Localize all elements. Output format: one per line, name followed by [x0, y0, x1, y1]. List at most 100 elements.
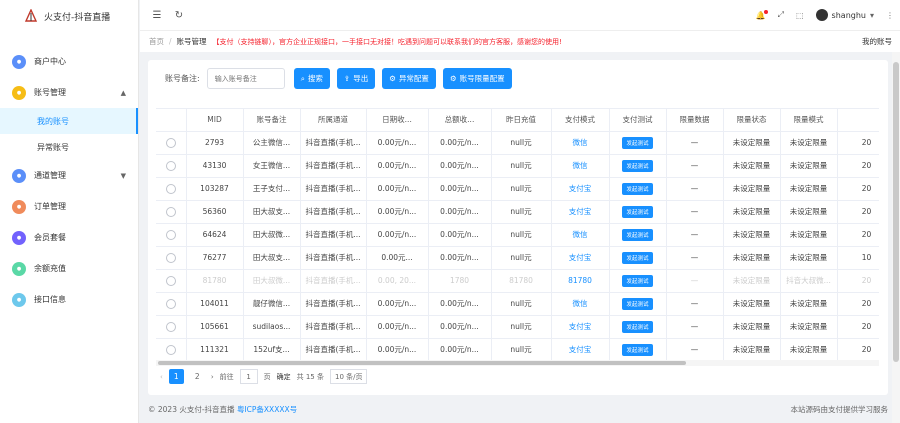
column-header[interactable]: 限量模式: [780, 109, 838, 132]
column-header[interactable]: 支付测试: [609, 109, 667, 132]
column-header[interactable]: 所属通道: [300, 109, 367, 132]
sidebar-item-0[interactable]: ● 商户中心: [0, 46, 138, 77]
sidebar-item-6[interactable]: ● 接口信息: [0, 284, 138, 315]
export-icon: ⇪: [343, 74, 351, 83]
sidebar-item-1[interactable]: ● 账号管理 ▲: [0, 77, 138, 108]
radio-icon[interactable]: [165, 229, 176, 240]
row-radio[interactable]: [156, 200, 187, 224]
page-1[interactable]: 1: [168, 369, 184, 384]
page-2[interactable]: 2: [190, 369, 205, 384]
prev-page-icon[interactable]: ‹: [160, 373, 163, 381]
column-header[interactable]: 限量状态: [723, 109, 781, 132]
sidebar-item-2[interactable]: ● 通道管理 ▼: [0, 160, 138, 191]
radio-icon[interactable]: [165, 298, 176, 309]
column-header[interactable]: 日期收...: [366, 109, 429, 132]
test-payment-button[interactable]: 发起测试: [622, 320, 653, 333]
table-cell: 0.00元/n...: [366, 315, 429, 339]
horizontal-scrollbar[interactable]: [156, 360, 879, 366]
radio-icon[interactable]: [165, 206, 176, 217]
row-radio[interactable]: [156, 131, 187, 155]
column-header[interactable]: 总额收...: [428, 109, 492, 132]
app-logo[interactable]: 火支付-抖音直播: [0, 0, 138, 32]
test-payment-button[interactable]: 发起测试: [622, 136, 653, 149]
table-row[interactable]: 104011 靓仔微信... 抖音直播(手机... 0.00元/n... 0.00元/n…: [156, 292, 879, 316]
column-header[interactable]: 昨日充值: [491, 109, 552, 132]
vertical-scrollbar[interactable]: [892, 52, 900, 423]
table-cell: 0.00元/n...: [366, 338, 429, 360]
test-payment-button[interactable]: 发起测试: [622, 343, 653, 356]
row-radio[interactable]: [156, 246, 187, 270]
column-header[interactable]: 账号备注: [243, 109, 301, 132]
radio-icon[interactable]: [165, 321, 176, 332]
radio-icon[interactable]: [165, 137, 176, 148]
table-row[interactable]: 64624 田大叔微... 抖音直播(手机... 0.00元/n... 0.00元/n.…: [156, 223, 879, 247]
radio-icon[interactable]: [165, 160, 176, 171]
limit-config-button[interactable]: ⚙ 账号限量配置: [442, 68, 512, 89]
test-payment-button[interactable]: 发起测试: [622, 205, 653, 218]
next-page-icon[interactable]: ›: [211, 373, 214, 381]
limit-config-label: 账号限量配置: [459, 74, 505, 83]
table-row[interactable]: 81780 田大叔微... 抖音直播(手机... 0.00, 20... 1780 817…: [156, 269, 879, 293]
sidebar-item-5[interactable]: ● 余额充值: [0, 253, 138, 284]
column-header[interactable]: 限量数据: [666, 109, 724, 132]
radio-icon[interactable]: [165, 183, 176, 194]
test-payment-button[interactable]: 发起测试: [622, 228, 653, 241]
row-radio[interactable]: [156, 338, 187, 360]
test-payment-button[interactable]: 发起测试: [622, 251, 653, 264]
table-cell: 支付宝: [551, 200, 610, 224]
table-row[interactable]: 76277 田大叔支... 抖音直播(手机... 0.00元... 0.00元/n...…: [156, 246, 879, 270]
row-radio[interactable]: [156, 315, 187, 339]
more-icon[interactable]: ⋮: [886, 11, 894, 20]
tab-my-account[interactable]: 我的账号: [862, 36, 892, 47]
search-icon: ⌕: [300, 73, 305, 83]
fullscreen-icon[interactable]: ⤢: [778, 10, 784, 20]
icp-link[interactable]: 粤ICP备XXXXX号: [237, 405, 297, 414]
table-cell: 0.00, 20...: [366, 269, 429, 293]
confirm-button[interactable]: 确定: [277, 372, 291, 382]
pay-mode: 支付宝: [568, 207, 592, 216]
table-cell: null元: [491, 223, 552, 247]
sidebar-item-4[interactable]: ● 会员套餐: [0, 222, 138, 253]
radio-icon[interactable]: [165, 275, 176, 286]
user-menu[interactable]: shanghu ▾: [815, 9, 874, 21]
test-payment-button[interactable]: 发起测试: [622, 159, 653, 172]
sidebar-item-3[interactable]: ● 订单管理: [0, 191, 138, 222]
refresh-icon[interactable]: ↻: [172, 8, 186, 22]
bell-icon[interactable]: 🔔: [756, 9, 768, 20]
test-payment-button[interactable]: 发起测试: [622, 297, 653, 310]
search-button[interactable]: ⌕ 搜索: [293, 68, 330, 89]
goto-page-input[interactable]: 1: [239, 369, 258, 384]
table-row[interactable]: 56360 田大叔支... 抖音直播(手机... 0.00元/n... 0.00元/n.…: [156, 200, 879, 224]
sidebar-subitem-1[interactable]: 异常账号: [0, 134, 138, 160]
remark-search-input[interactable]: [206, 68, 285, 89]
table-cell: 微信: [551, 154, 610, 178]
menu-toggle-icon[interactable]: ☰: [150, 8, 164, 22]
test-payment-button[interactable]: 发起测试: [622, 182, 653, 195]
table-cell: 20: [837, 177, 879, 201]
row-radio[interactable]: [156, 177, 187, 201]
sidebar-subitem-0[interactable]: 我的账号: [0, 108, 138, 134]
abnormal-config-button[interactable]: ⚙ 异常配置: [382, 68, 436, 89]
test-payment-button[interactable]: 发起测试: [622, 274, 653, 287]
page-size-select[interactable]: 10 条/页: [329, 369, 368, 384]
table-cell: 王子支付...: [243, 177, 301, 201]
table-row[interactable]: 103287 王子支付... 抖音直播(手机... 0.00元/n... 0.00元/n…: [156, 177, 879, 201]
row-radio[interactable]: [156, 154, 187, 178]
member-icon: ●: [12, 230, 26, 245]
table-row[interactable]: 105661 sudilaos... 抖音直播(手机... 0.00元/n... 0.0…: [156, 315, 879, 339]
row-radio[interactable]: [156, 292, 187, 316]
table-cell: 未设定限量: [723, 246, 781, 270]
row-radio[interactable]: [156, 223, 187, 247]
radio-icon[interactable]: [165, 344, 176, 355]
breadcrumb-home[interactable]: 首页: [149, 36, 164, 47]
table-row[interactable]: 111321 152uf支... 抖音直播(手机... 0.00元/n... 0.00元…: [156, 338, 879, 360]
row-radio[interactable]: [156, 269, 187, 293]
table-row[interactable]: 43130 女王微信... 抖音直播(手机... 0.00元/n... 0.00元/n.…: [156, 154, 879, 178]
column-header[interactable]: MID: [186, 109, 244, 132]
table-row[interactable]: 2793 公主微信... 抖音直播(手机... 0.00元/n... 0.00元/n..…: [156, 131, 879, 155]
export-button[interactable]: ⇪ 导出: [336, 68, 376, 89]
lock-icon[interactable]: ⬚: [796, 11, 804, 20]
table-cell: —: [666, 338, 724, 360]
radio-icon[interactable]: [165, 252, 176, 263]
column-header[interactable]: 支付模式: [551, 109, 610, 132]
